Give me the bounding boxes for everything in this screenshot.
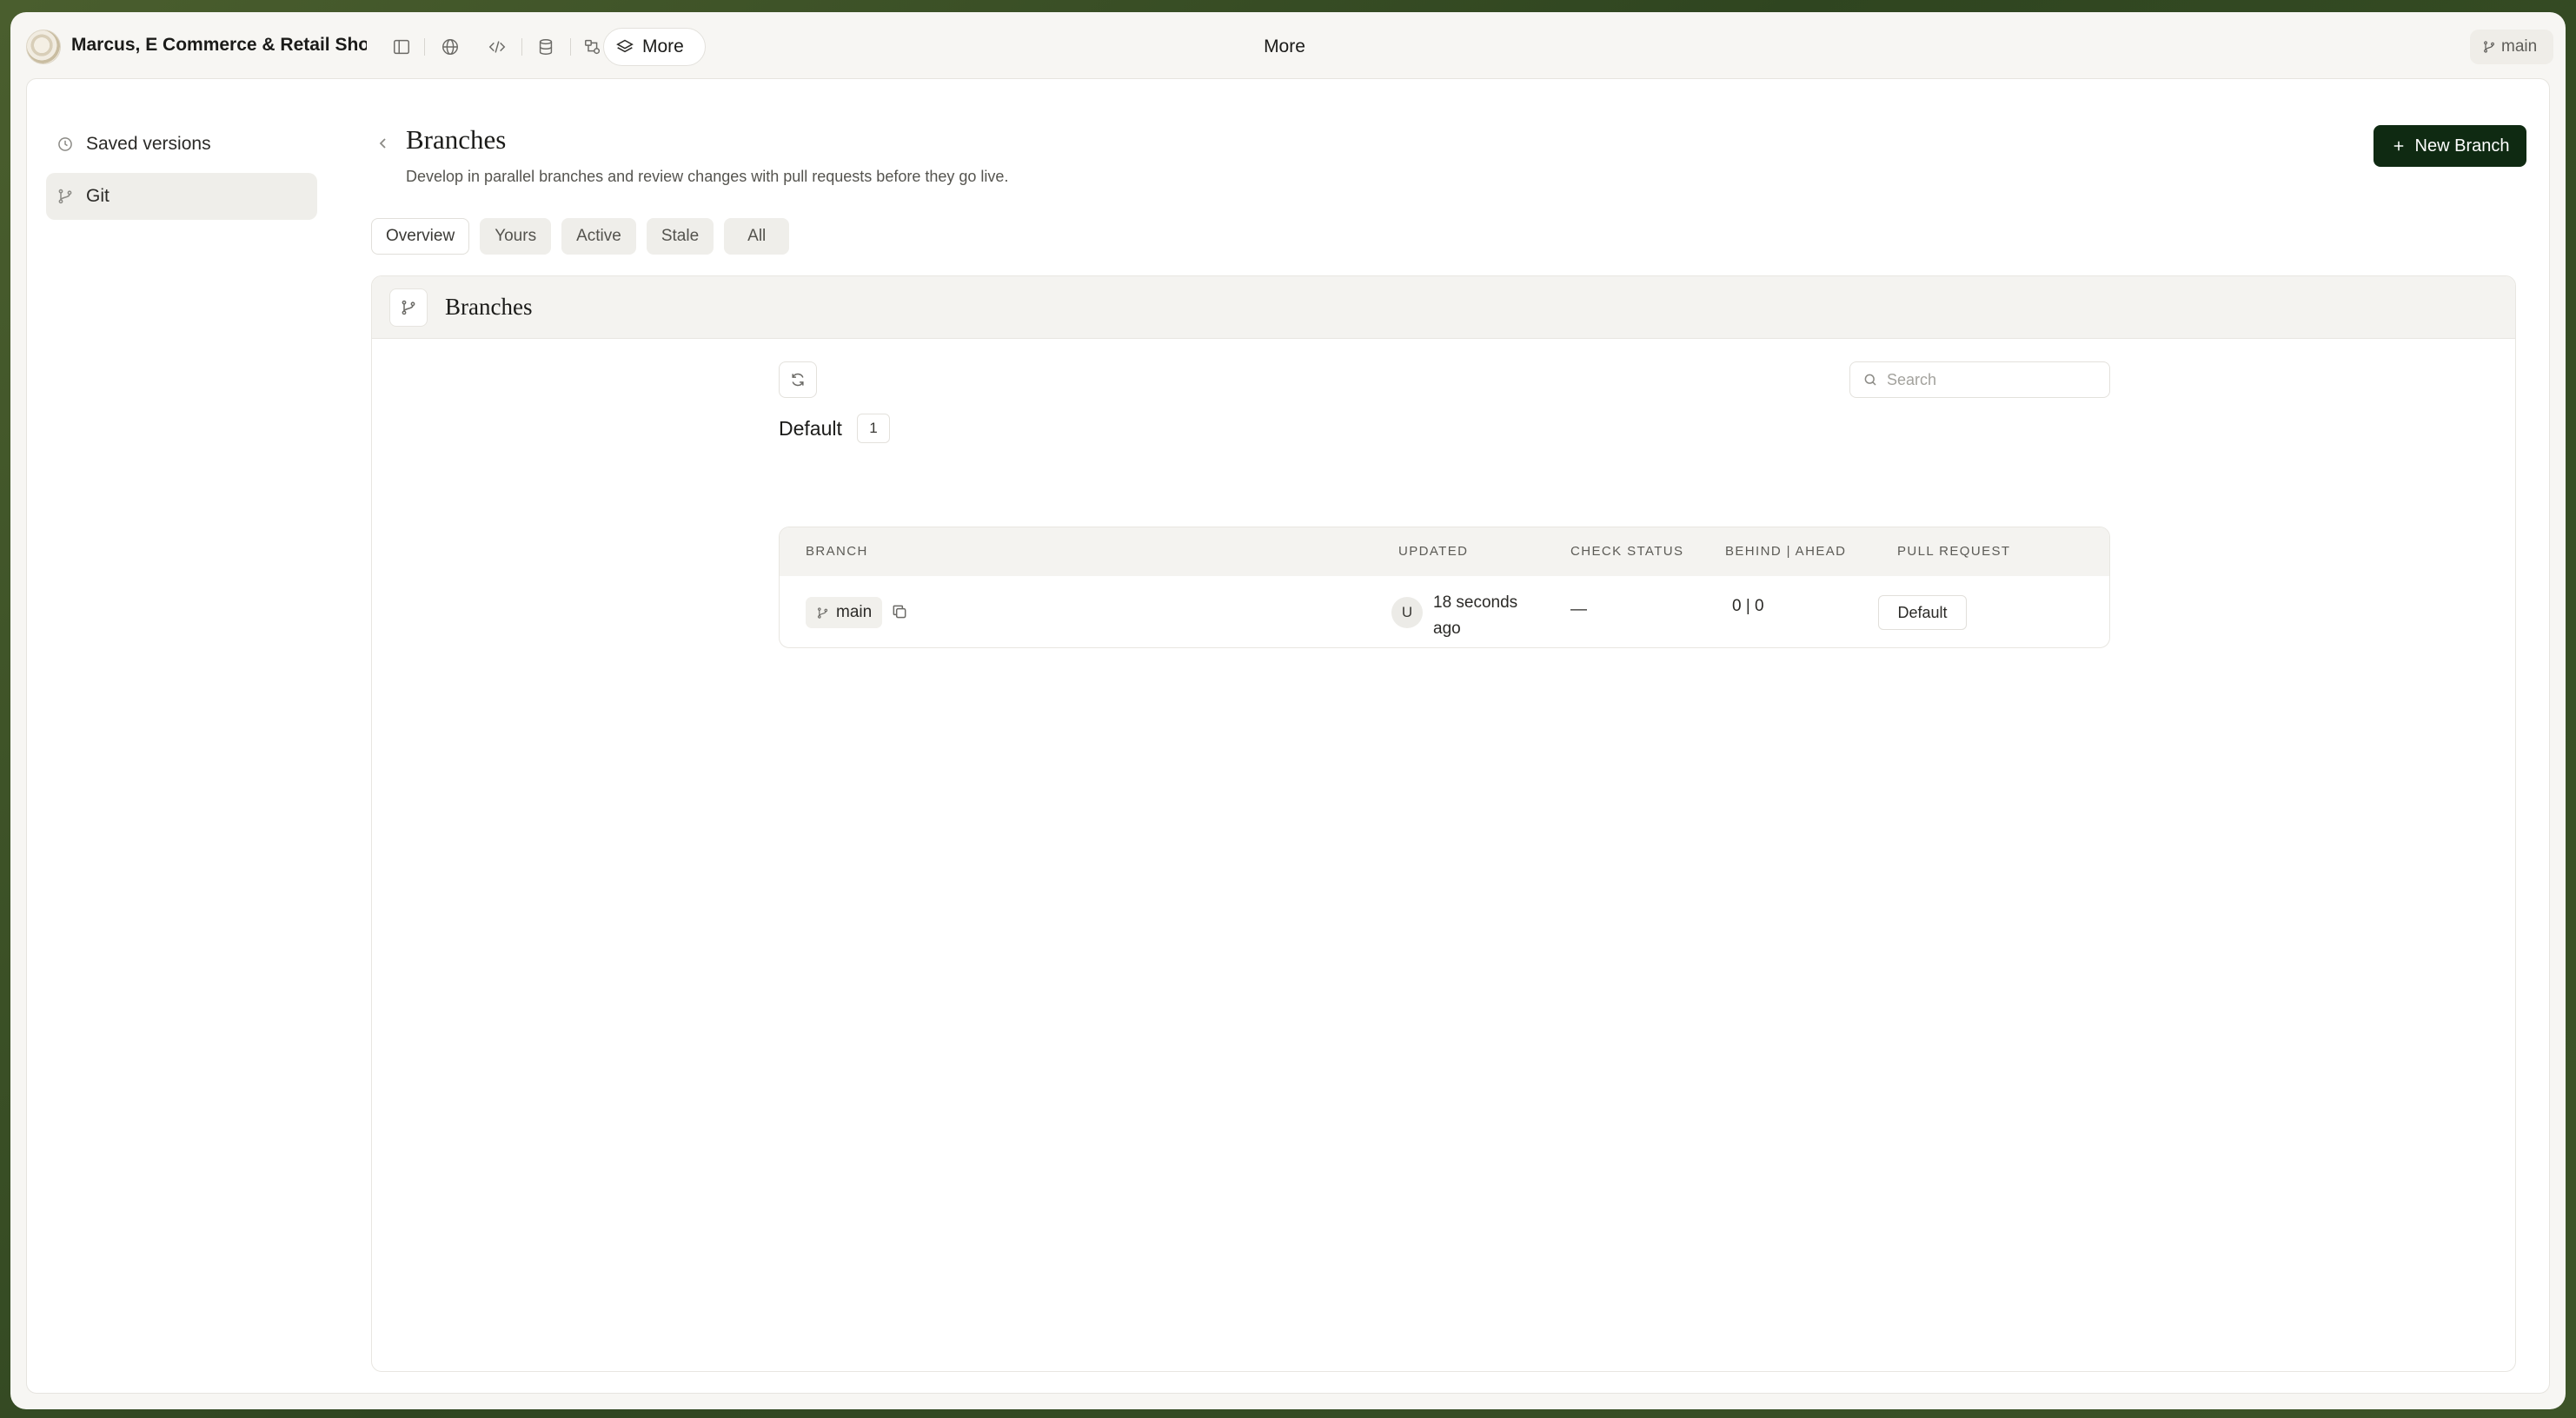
database-icon[interactable] bbox=[532, 33, 560, 61]
branches-card: Branches Default 1 BRANCH UPDATED CH bbox=[371, 275, 2516, 1372]
column-header-branch: BRANCH bbox=[806, 544, 868, 559]
column-header-check-status: CHECK STATUS bbox=[1570, 544, 1684, 559]
refresh-icon bbox=[789, 371, 807, 388]
branch-name: main bbox=[836, 603, 873, 621]
refresh-button[interactable] bbox=[779, 361, 817, 398]
layers-icon bbox=[616, 38, 634, 56]
avatar: U bbox=[1391, 597, 1423, 628]
copy-icon[interactable] bbox=[891, 603, 910, 622]
search-input[interactable] bbox=[1887, 370, 2095, 389]
group-label: Default bbox=[779, 417, 842, 440]
new-branch-button[interactable]: New Branch bbox=[2374, 125, 2526, 167]
branch-switcher[interactable]: main bbox=[2470, 30, 2553, 64]
branches-table: BRANCH UPDATED CHECK STATUS BEHIND | AHE… bbox=[779, 527, 2110, 648]
tab-active[interactable]: Active bbox=[561, 218, 636, 255]
top-bar: Marcus, E Commerce & Retail Sho... More … bbox=[10, 12, 2566, 82]
project-title[interactable]: Marcus, E Commerce & Retail Sho... bbox=[71, 35, 367, 56]
group-count-badge: 1 bbox=[857, 414, 890, 443]
page-title: Branches bbox=[406, 124, 507, 155]
sidebar-item-saved-versions[interactable]: Saved versions bbox=[46, 121, 317, 168]
tab-yours[interactable]: Yours bbox=[480, 218, 552, 255]
app-logo[interactable] bbox=[26, 30, 61, 64]
tab-stale[interactable]: Stale bbox=[646, 218, 714, 255]
code-icon[interactable] bbox=[483, 33, 511, 61]
more-button[interactable]: More bbox=[603, 28, 706, 66]
globe-icon[interactable] bbox=[436, 33, 464, 61]
git-branch-icon bbox=[816, 606, 829, 620]
git-branch-icon bbox=[56, 188, 74, 205]
current-branch-label: main bbox=[2501, 37, 2538, 56]
main-panel: Saved versions Git Branches Develop in p… bbox=[26, 78, 2550, 1394]
column-header-pull-request: PULL REQUEST bbox=[1897, 544, 2011, 559]
sidebar-item-label: Saved versions bbox=[86, 134, 211, 154]
more-label: More bbox=[642, 36, 684, 56]
plus-icon bbox=[2391, 138, 2407, 154]
search-icon bbox=[1862, 372, 1878, 388]
column-header-behind-ahead: BEHIND | AHEAD bbox=[1725, 544, 1847, 559]
card-header: Branches bbox=[372, 276, 2515, 339]
history-icon bbox=[56, 136, 74, 153]
filter-tabs: Overview Yours Active Stale All bbox=[371, 218, 790, 255]
tab-overview[interactable]: Overview bbox=[371, 218, 470, 255]
pull-request-default-button[interactable]: Default bbox=[1878, 595, 1967, 630]
column-header-updated: UPDATED bbox=[1398, 544, 1469, 559]
page-description: Develop in parallel branches and review … bbox=[406, 168, 1009, 185]
check-status: — bbox=[1570, 600, 1587, 619]
sidebar-item-git[interactable]: Git bbox=[46, 173, 317, 220]
sidebar-toggle-icon[interactable] bbox=[388, 33, 415, 61]
card-title: Branches bbox=[445, 294, 533, 320]
git-branch-icon bbox=[2482, 40, 2496, 54]
branch-name-chip[interactable]: main bbox=[806, 597, 883, 628]
back-chevron-icon[interactable] bbox=[373, 133, 394, 154]
table-header: BRANCH UPDATED CHECK STATUS BEHIND | AHE… bbox=[780, 527, 2109, 576]
git-branch-icon bbox=[389, 288, 428, 327]
app-window: Marcus, E Commerce & Retail Sho... More … bbox=[10, 12, 2566, 1409]
behind-ahead-count: 0 | 0 bbox=[1732, 597, 1764, 615]
sidebar-item-label: Git bbox=[86, 186, 110, 206]
new-branch-label: New Branch bbox=[2414, 136, 2510, 156]
search-field[interactable] bbox=[1849, 361, 2110, 398]
page-context-title: More bbox=[1264, 36, 1305, 56]
tab-all[interactable]: All bbox=[724, 218, 790, 255]
updated-time: 18 seconds ago bbox=[1433, 593, 1518, 638]
